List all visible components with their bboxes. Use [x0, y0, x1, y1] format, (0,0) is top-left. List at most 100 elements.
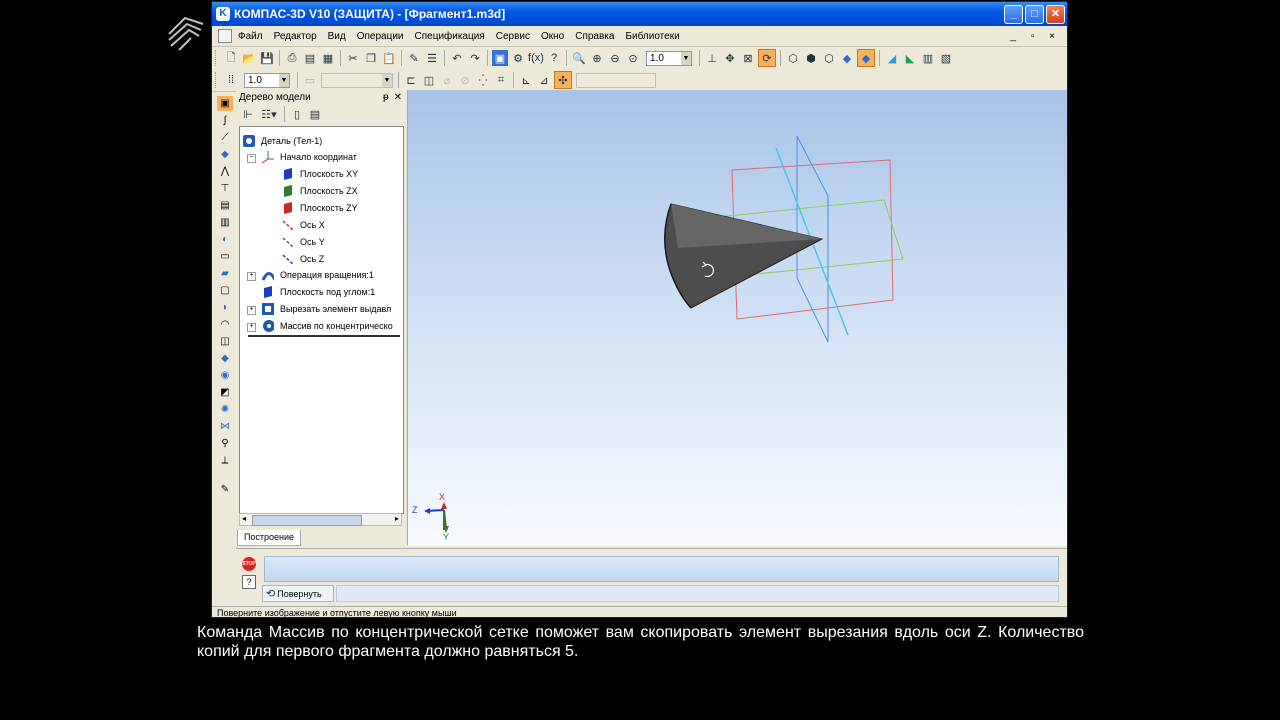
paste-icon[interactable]: 📋: [381, 50, 397, 66]
pin-icon[interactable]: ᵽ: [383, 92, 389, 103]
surfaces-icon[interactable]: ⟋: [217, 130, 233, 145]
zoom-previous-icon[interactable]: ⊙: [625, 50, 641, 66]
concentric-array-icon[interactable]: ✺: [217, 402, 233, 417]
hole-icon[interactable]: ◉: [217, 368, 233, 383]
3d-viewport[interactable]: X Z Y: [408, 90, 1067, 546]
menu-editor[interactable]: Редактор: [274, 31, 317, 42]
expand-toggle[interactable]: +: [247, 323, 256, 332]
print-icon[interactable]: ⎙: [284, 50, 300, 66]
tree-node-origin[interactable]: Начало координат: [262, 149, 357, 165]
sketch-icon[interactable]: ⊏: [403, 72, 419, 88]
tab-construction[interactable]: Построение: [237, 530, 301, 546]
cut-extrude-icon[interactable]: ▢: [217, 283, 233, 298]
local-cs-icon[interactable]: ⊾: [518, 72, 534, 88]
edit-sketch-icon[interactable]: ✎: [217, 482, 233, 497]
tree-doc-icon[interactable]: ▯: [289, 106, 305, 122]
copy-icon[interactable]: ❐: [363, 50, 379, 66]
tree-node-part[interactable]: Деталь (Тел-1): [243, 133, 322, 149]
function-icon[interactable]: f(x): [528, 50, 544, 66]
toolbar-grip[interactable]: [215, 50, 219, 66]
rib-icon[interactable]: ◆: [217, 351, 233, 366]
close-icon[interactable]: ✕: [394, 92, 402, 103]
document-icon[interactable]: [218, 29, 232, 43]
section-icon[interactable]: ◣: [902, 50, 918, 66]
edit-details-icon[interactable]: ◆: [217, 147, 233, 162]
list-icon[interactable]: ☰: [424, 50, 440, 66]
page-setup-icon[interactable]: ▦: [320, 50, 336, 66]
variables-icon[interactable]: ⚙: [510, 50, 526, 66]
hidden-lines-icon[interactable]: ⬢: [803, 50, 819, 66]
menu-specification[interactable]: Спецификация: [415, 31, 485, 42]
stop-button[interactable]: STOP: [242, 557, 256, 571]
curves-icon[interactable]: ∫: [217, 113, 233, 128]
scroll-left-icon[interactable]: ◂: [242, 514, 246, 523]
grid-step-icon[interactable]: ⁞⁞: [223, 72, 239, 88]
model-scene[interactable]: [408, 90, 1067, 546]
show-all-icon[interactable]: ⊠: [740, 50, 756, 66]
scroll-thumb[interactable]: [252, 515, 362, 526]
zoom-in-icon[interactable]: 🔍: [571, 50, 587, 66]
tree-node-axis-z[interactable]: Ось Z: [282, 251, 324, 267]
tree-scrollbar[interactable]: ◂ ▸: [239, 513, 402, 526]
help-pointer-icon[interactable]: ?: [546, 50, 562, 66]
open-folder-icon[interactable]: 📂: [241, 50, 257, 66]
undo-icon[interactable]: ↶: [449, 50, 465, 66]
maximize-button[interactable]: □: [1025, 4, 1044, 24]
zoom-combo[interactable]: 1.0 ▼: [646, 50, 692, 66]
expand-toggle[interactable]: +: [247, 272, 256, 281]
measure-icon[interactable]: ▥: [920, 50, 936, 66]
manager-icon[interactable]: ▣: [492, 50, 508, 66]
filter-tools-icon[interactable]: ⊤: [217, 181, 233, 196]
rotate-tab-button[interactable]: ⟲ Повернуть: [262, 585, 334, 602]
menu-libraries[interactable]: Библиотеки: [625, 31, 679, 42]
mdi-window-controls[interactable]: _ ▫ ×: [1010, 31, 1061, 42]
chevron-down-icon[interactable]: ▼: [681, 51, 691, 65]
orientation-icon[interactable]: ⊥: [704, 50, 720, 66]
reports-icon[interactable]: ▥: [217, 215, 233, 230]
properties-icon[interactable]: ✎: [406, 50, 422, 66]
toolbar-grip[interactable]: [215, 72, 219, 88]
tree-props-icon[interactable]: ▤: [307, 106, 323, 122]
tree-node-axis-y[interactable]: Ось Y: [282, 234, 325, 250]
pan-icon[interactable]: ✥: [722, 50, 738, 66]
minimize-button[interactable]: _: [1004, 4, 1023, 24]
extrude-icon[interactable]: ▰: [217, 266, 233, 281]
wireframe-icon[interactable]: ⬡: [785, 50, 801, 66]
step-combo[interactable]: 1.0 ▼: [244, 72, 290, 88]
plane-icon[interactable]: ◫: [421, 72, 437, 88]
scroll-right-icon[interactable]: ▸: [395, 514, 399, 523]
kompas-app-icon[interactable]: K: [216, 7, 230, 21]
tree-node-plane-zx[interactable]: Плоскость ZX: [282, 183, 358, 199]
fillet-icon[interactable]: ◠: [217, 317, 233, 332]
menu-help[interactable]: Справка: [575, 31, 614, 42]
tree-node-concentric-array[interactable]: Массив по концентрическо: [262, 318, 393, 334]
menu-window[interactable]: Окно: [541, 31, 564, 42]
thread-icon[interactable]: ⚲: [217, 436, 233, 451]
menu-service[interactable]: Сервис: [496, 31, 530, 42]
save-icon[interactable]: 💾: [259, 50, 275, 66]
halftone-icon[interactable]: ◆: [839, 50, 855, 66]
collapse-toggle[interactable]: −: [247, 154, 256, 163]
linear-array-icon[interactable]: ⋈: [217, 419, 233, 434]
perspective-icon[interactable]: ◢: [884, 50, 900, 66]
menu-view[interactable]: Вид: [328, 31, 346, 42]
close-button[interactable]: ✕: [1046, 4, 1065, 24]
chamfer-icon[interactable]: ◗: [217, 300, 233, 315]
shell-icon[interactable]: ◫: [217, 334, 233, 349]
new-document-icon[interactable]: 🗋: [223, 50, 239, 66]
measure-tools-icon[interactable]: ⋀: [217, 164, 233, 179]
zoom-window-icon[interactable]: ⊕: [589, 50, 605, 66]
tree-view-icon[interactable]: ☷▾: [258, 106, 280, 122]
tree-order-icon[interactable]: ⊩: [240, 106, 256, 122]
expand-toggle[interactable]: +: [247, 306, 256, 315]
ortho-icon[interactable]: ⊿: [536, 72, 552, 88]
select-tool-icon[interactable]: ▣: [217, 96, 233, 111]
redo-icon[interactable]: ↷: [467, 50, 483, 66]
split-icon[interactable]: ⟂: [217, 453, 233, 468]
rotate-icon[interactable]: ⟳: [758, 49, 776, 67]
menu-file[interactable]: Файл: [238, 31, 263, 42]
help-icon[interactable]: ?: [242, 575, 256, 589]
chevron-down-icon[interactable]: ▼: [279, 73, 289, 87]
mirror-icon[interactable]: ◩: [217, 385, 233, 400]
sheet-metal-icon[interactable]: ▭: [217, 249, 233, 264]
